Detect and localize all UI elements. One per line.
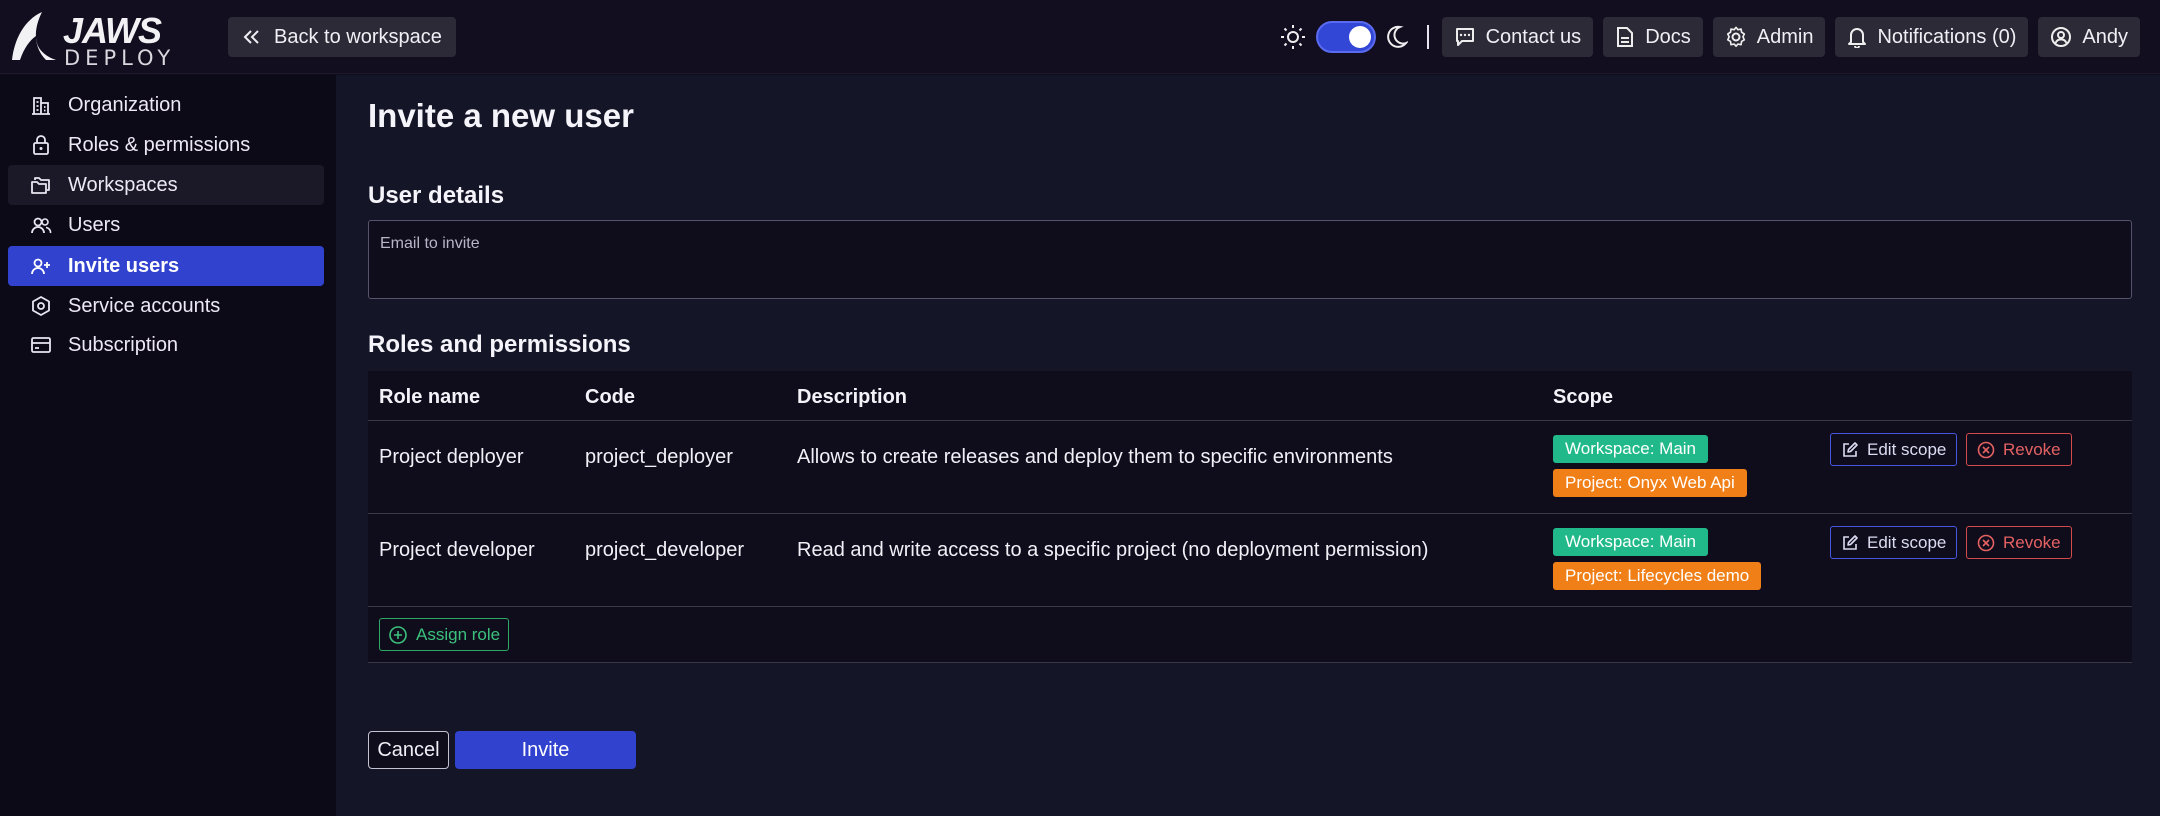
- roles-permissions-heading: Roles and permissions: [368, 331, 631, 358]
- edit-scope-label: Edit scope: [1867, 532, 1947, 552]
- main-content: Invite a new user User details Email to …: [336, 75, 2160, 816]
- sidebar-item-workspaces[interactable]: Workspaces: [8, 165, 324, 205]
- sidebar-item-label: Service accounts: [68, 294, 221, 317]
- contact-us-button[interactable]: Contact us: [1441, 17, 1594, 57]
- user-plus-icon: [31, 258, 50, 275]
- column-header-code: Code: [585, 386, 635, 408]
- revoke-button[interactable]: Revoke: [1966, 433, 2072, 466]
- sun-icon: [1281, 25, 1305, 49]
- building-icon: [32, 97, 50, 115]
- user-menu-button[interactable]: Andy: [2038, 17, 2140, 57]
- dark-mode-toggle[interactable]: [1316, 21, 1376, 53]
- sidebar-item-label: Users: [68, 213, 121, 236]
- sidebar: Organization Roles & permissions Workspa…: [0, 75, 336, 816]
- user-circle-icon: [2051, 27, 2072, 47]
- column-header-scope: Scope: [1553, 386, 1614, 408]
- chevrons-left-icon: [243, 30, 259, 44]
- hexagon-icon: [32, 296, 50, 316]
- sidebar-item-label: Roles & permissions: [68, 133, 251, 156]
- jaws-deploy-logo[interactable]: JAWS DEPLOY: [8, 10, 172, 70]
- role-name: Project developer: [379, 539, 535, 561]
- column-header-description: Description: [797, 386, 908, 408]
- shark-fin-logo-icon: [12, 12, 56, 60]
- contact-us-label: Contact us: [1485, 25, 1582, 48]
- chat-icon: [1455, 28, 1474, 46]
- sidebar-item-users[interactable]: Users: [8, 205, 324, 245]
- lock-icon: [33, 135, 49, 155]
- table-header: Role name Code Description Scope: [368, 371, 2132, 421]
- scope-workspace-badge: Workspace: Main: [1553, 435, 1709, 463]
- users-icon: [31, 217, 52, 234]
- document-icon: [1617, 27, 1634, 47]
- folders-icon: [31, 177, 50, 194]
- invite-button[interactable]: Invite: [455, 731, 636, 769]
- page-title: Invite a new user: [368, 97, 634, 134]
- scope-project-badge: Project: Onyx Web Api: [1553, 469, 1747, 497]
- scope-project-badge: Project: Lifecycles demo: [1553, 562, 1762, 590]
- sidebar-item-label: Invite users: [68, 254, 180, 277]
- assign-role-row: Assign role: [368, 607, 2132, 663]
- close-circle-icon: [1977, 441, 1995, 458]
- column-header-role: Role name: [379, 386, 481, 408]
- back-to-workspace-label: Back to workspace: [274, 25, 442, 48]
- docs-button[interactable]: Docs: [1603, 17, 1703, 57]
- admin-button[interactable]: Admin: [1712, 17, 1826, 57]
- table-row: Project developer project_developer Read…: [368, 514, 2132, 607]
- gear-icon: [1726, 26, 1745, 48]
- back-to-workspace-button[interactable]: Back to workspace: [228, 17, 456, 57]
- header-actions: Contact us Docs Admin Notifications (0): [1441, 17, 2140, 57]
- roles-table: Role name Code Description Scope Project…: [368, 371, 2132, 663]
- edit-icon: [1843, 441, 1858, 457]
- plus-circle-icon: [389, 625, 407, 644]
- sidebar-item-invite-users[interactable]: Invite users: [8, 246, 324, 286]
- edit-icon: [1843, 534, 1858, 550]
- edit-scope-button[interactable]: Edit scope: [1830, 433, 1958, 466]
- top-bar: JAWS DEPLOY Back to workspace Contact us…: [0, 0, 2160, 74]
- role-name: Project deployer: [379, 446, 524, 468]
- logo-subtitle: DEPLOY: [64, 46, 176, 70]
- admin-label: Admin: [1756, 25, 1814, 48]
- email-field-label: Email to invite: [380, 235, 480, 252]
- close-circle-icon: [1977, 534, 1995, 551]
- assign-role-label: Assign role: [416, 624, 501, 644]
- sidebar-item-label: Workspaces: [68, 173, 178, 196]
- role-code: project_developer: [585, 539, 744, 561]
- revoke-label: Revoke: [2003, 532, 2061, 552]
- role-description: Read and write access to a specific proj…: [797, 539, 1429, 561]
- role-description: Allows to create releases and deploy the…: [797, 446, 1393, 468]
- docs-label: Docs: [1645, 25, 1691, 48]
- revoke-label: Revoke: [2003, 439, 2061, 459]
- email-input[interactable]: [379, 261, 2119, 291]
- toggle-knob: [1349, 26, 1371, 48]
- notifications-label: Notifications (0): [1877, 25, 2017, 48]
- notifications-button[interactable]: Notifications (0): [1835, 17, 2029, 57]
- table-row: Project deployer project_deployer Allows…: [368, 421, 2132, 514]
- cancel-button[interactable]: Cancel: [368, 731, 449, 769]
- assign-role-button[interactable]: Assign role: [379, 618, 510, 651]
- sidebar-item-label: Organization: [68, 93, 182, 116]
- credit-card-icon: [31, 337, 51, 353]
- email-field[interactable]: Email to invite: [368, 220, 2132, 299]
- role-code: project_deployer: [585, 446, 733, 468]
- edit-scope-label: Edit scope: [1867, 439, 1947, 459]
- bell-icon: [1848, 28, 1867, 48]
- scope-workspace-badge: Workspace: Main: [1553, 528, 1709, 556]
- revoke-button[interactable]: Revoke: [1966, 526, 2072, 559]
- sidebar-item-subscription[interactable]: Subscription: [8, 325, 324, 365]
- sidebar-item-service-accounts[interactable]: Service accounts: [8, 286, 324, 326]
- header-divider: [1427, 25, 1429, 49]
- theme-switcher: [1280, 20, 1408, 54]
- moon-icon: [1387, 25, 1408, 48]
- edit-scope-button[interactable]: Edit scope: [1830, 526, 1958, 559]
- sidebar-item-roles-permissions[interactable]: Roles & permissions: [8, 125, 324, 165]
- sidebar-item-organization[interactable]: Organization: [8, 85, 324, 125]
- user-name: Andy: [2082, 25, 2128, 48]
- sidebar-item-label: Subscription: [68, 333, 179, 356]
- user-details-heading: User details: [368, 182, 505, 209]
